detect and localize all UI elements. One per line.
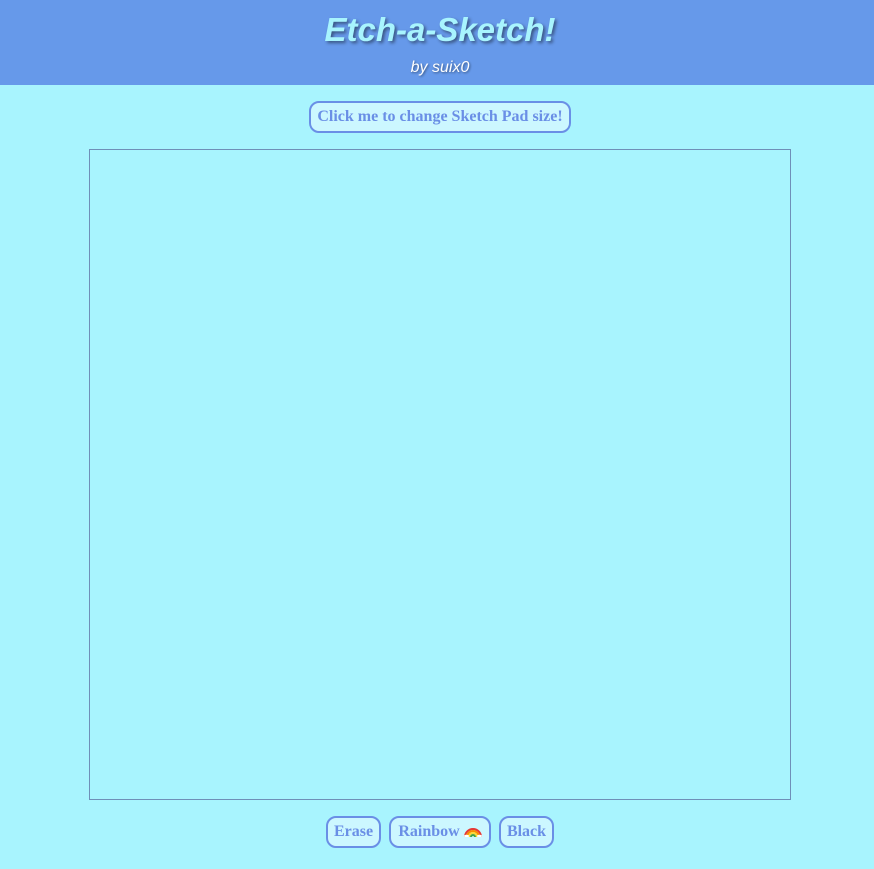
sketch-pad[interactable] — [89, 149, 791, 800]
erase-button[interactable]: Erase — [326, 816, 381, 848]
change-pad-size-button[interactable]: Click me to change Sketch Pad size! — [309, 101, 571, 133]
rainbow-button[interactable]: Rainbow — [389, 816, 491, 848]
page-title: Etch-a-Sketch! — [324, 11, 556, 48]
page-header: Etch-a-Sketch! by suix0 — [0, 0, 874, 85]
black-button[interactable]: Black — [499, 816, 554, 848]
author-byline: by suix0 — [410, 59, 470, 76]
rainbow-icon — [463, 828, 482, 837]
rainbow-button-label: Rainbow — [398, 823, 460, 840]
